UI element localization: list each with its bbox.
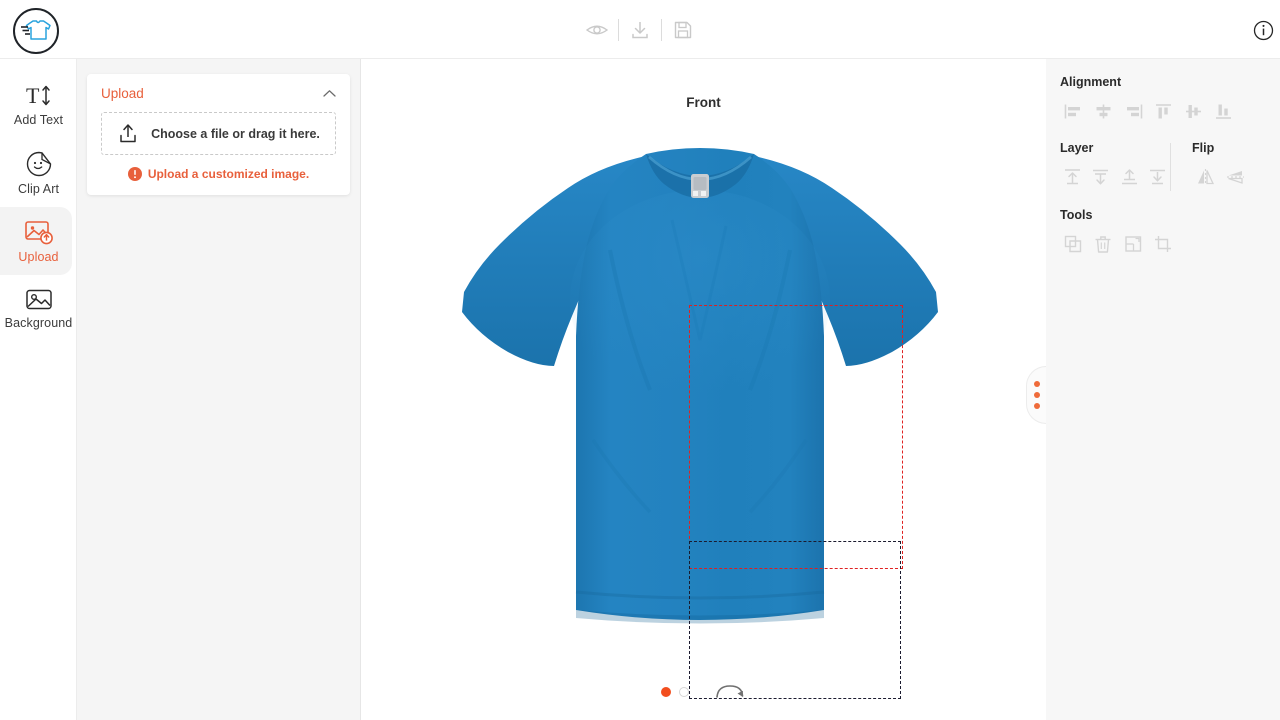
tools-section-title: Tools — [1060, 208, 1093, 222]
send-backward-icon[interactable] — [1146, 164, 1171, 190]
flip-section: Flip — [1170, 141, 1266, 191]
align-left-icon[interactable] — [1060, 98, 1086, 124]
delete-icon[interactable] — [1090, 231, 1116, 257]
duplicate-icon[interactable] — [1060, 231, 1086, 257]
panel-toggle-handle[interactable] — [1026, 366, 1046, 424]
preview-icon-button[interactable] — [576, 10, 618, 50]
dropzone-label: Choose a file or drag it here. — [151, 126, 320, 141]
layer-section: Layer — [1060, 141, 1170, 190]
info-button[interactable] — [1248, 15, 1278, 45]
flip-section-title: Flip — [1192, 141, 1215, 155]
design-canvas[interactable]: Front — [361, 59, 1046, 720]
sidebar-item-upload[interactable]: Upload — [0, 207, 77, 275]
canvas-view-label: Front — [686, 95, 721, 110]
upload-card: Upload Choose a file or drag it here. Up… — [87, 74, 350, 195]
left-nav-rail: T Add Text Clip Art Upload Background — [0, 59, 77, 720]
upload-panel-title: Upload — [101, 86, 144, 101]
view-dot-back[interactable] — [679, 687, 689, 697]
alignment-section-title: Alignment — [1060, 75, 1122, 89]
sidebar-item-background[interactable]: Background — [0, 275, 77, 343]
rotate-view-button[interactable] — [714, 682, 746, 702]
download-icon-button[interactable] — [619, 10, 661, 50]
save-floppy-icon — [674, 21, 692, 38]
preview-eye-icon — [586, 25, 608, 34]
product-preview[interactable] — [450, 140, 950, 699]
align-bottom-icon[interactable] — [1210, 98, 1236, 124]
save-icon-button[interactable] — [662, 10, 704, 50]
top-toolbar — [0, 0, 1280, 59]
sidebar-item-label: Clip Art — [17, 182, 60, 196]
layer-buttons — [1060, 164, 1170, 190]
handle-dot — [1033, 403, 1040, 409]
sidebar-item-clip-art[interactable]: Clip Art — [0, 139, 77, 207]
layer-flip-row: Layer Flip — [1060, 141, 1266, 191]
flip-buttons — [1192, 164, 1266, 190]
align-center-horizontal-icon[interactable] — [1090, 98, 1116, 124]
file-dropzone[interactable]: Choose a file or drag it here. — [101, 112, 336, 155]
top-bar — [0, 0, 1280, 59]
sidebar-item-label: Upload — [18, 249, 59, 264]
resize-icon[interactable] — [1120, 231, 1146, 257]
sidebar-item-label: Add Text — [13, 113, 64, 127]
align-middle-vertical-icon[interactable] — [1180, 98, 1206, 124]
tools-section: Tools — [1060, 208, 1266, 257]
svg-text:T: T — [26, 83, 40, 108]
bring-forward-icon[interactable] — [1117, 164, 1142, 190]
upload-error-text: Upload a customized image. — [147, 167, 310, 181]
sidebar-item-add-text[interactable]: T Add Text — [0, 71, 77, 139]
add-text-icon: T — [25, 83, 53, 109]
handle-dot — [1033, 392, 1040, 398]
align-top-icon[interactable] — [1150, 98, 1176, 124]
canvas-bottom-bar — [361, 677, 1046, 707]
align-right-icon[interactable] — [1120, 98, 1146, 124]
download-icon — [632, 21, 648, 38]
flip-horizontal-icon[interactable] — [1192, 164, 1218, 190]
tshirt-product-icon — [462, 148, 938, 624]
view-dot-front[interactable] — [661, 687, 671, 697]
rotate-arrow-icon — [716, 685, 744, 698]
upload-arrow-icon — [117, 122, 139, 146]
sidebar-item-label: Background — [4, 316, 73, 330]
clip-art-icon — [25, 150, 53, 178]
upload-card-header: Upload — [101, 86, 336, 101]
error-circle-icon — [127, 167, 142, 181]
designer-app: T Add Text Clip Art Upload Background Up… — [0, 0, 1280, 720]
background-image-icon — [25, 288, 53, 312]
flip-vertical-icon[interactable] — [1222, 164, 1248, 190]
crop-icon[interactable] — [1150, 231, 1176, 257]
send-to-back-icon[interactable] — [1089, 164, 1114, 190]
chevron-up-icon[interactable] — [323, 89, 336, 98]
alignment-buttons — [1060, 98, 1266, 124]
neck-tag — [691, 174, 709, 198]
handle-dot — [1033, 381, 1040, 387]
properties-panel: Alignment Layer Flip Tools — [1046, 59, 1280, 720]
bring-to-front-icon[interactable] — [1060, 164, 1085, 190]
upload-image-icon — [24, 219, 54, 246]
upload-error-message: Upload a customized image. — [101, 167, 336, 181]
upload-panel: Upload Choose a file or drag it here. Up… — [77, 59, 361, 720]
tools-buttons — [1060, 231, 1266, 257]
layer-section-title: Layer — [1060, 141, 1094, 155]
info-icon — [1253, 20, 1273, 40]
